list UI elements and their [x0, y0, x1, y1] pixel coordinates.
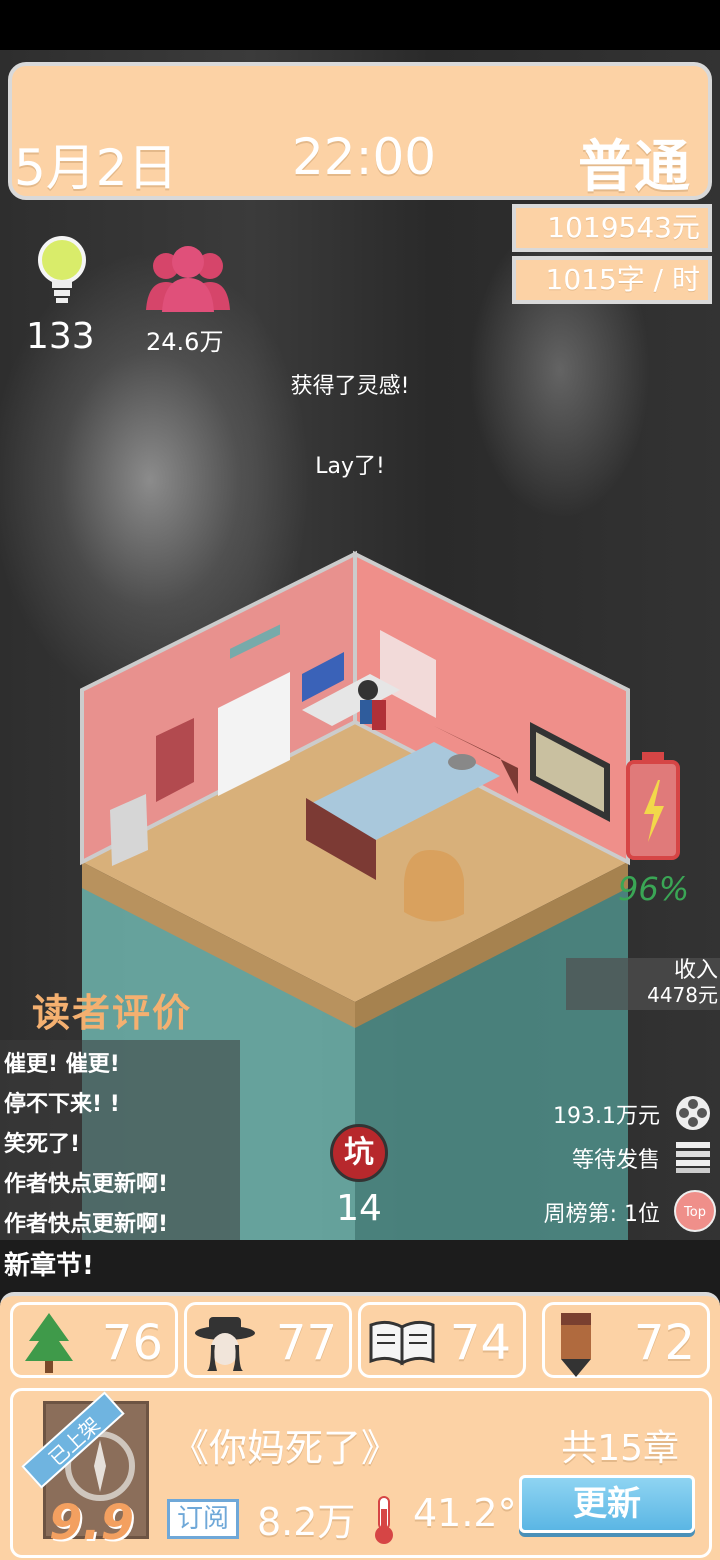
fans-count: 24.6万: [146, 328, 224, 356]
new-chapter-notice: 新章节!: [0, 1240, 720, 1290]
pit-count: 14: [336, 1188, 382, 1229]
lightbulb-icon[interactable]: [36, 236, 88, 316]
review-item: 作者快点更新啊!: [4, 1212, 169, 1237]
writer-character: [358, 680, 378, 700]
review-item: 笑死了!: [4, 1132, 81, 1157]
tree-icon: [25, 1313, 73, 1373]
reader-reviews-list: 催更! 催更! 停不下来! ! 笑死了! 作者快点更新啊! 作者快点更新啊!: [0, 1040, 240, 1240]
update-button[interactable]: 更新: [519, 1475, 695, 1533]
difficulty-mode[interactable]: 普通: [578, 122, 690, 203]
book-title: 《你妈死了》: [171, 1426, 400, 1470]
book-icon: [369, 1320, 435, 1366]
book-temperature: 41.2°: [413, 1491, 517, 1535]
book-info-panel: 已上架 9.9 《你妈死了》 共15章 订阅 8.2万 41.2° 更新: [10, 1388, 712, 1558]
attribute-value: 76: [101, 1315, 163, 1371]
income-label: 收入: [673, 958, 718, 983]
status-bar: [0, 0, 720, 50]
money-display: 1019543元: [512, 204, 712, 252]
time-label: 22:00: [292, 128, 437, 186]
attribute-value: 74: [449, 1315, 511, 1371]
attribute-book[interactable]: 74: [358, 1302, 526, 1378]
chapter-count: 共15章: [561, 1428, 679, 1469]
weekly-rank: 周榜第: 1位: [543, 1202, 660, 1227]
income-value: 4478元: [647, 983, 718, 1007]
attribute-pencil[interactable]: 72: [542, 1302, 710, 1378]
chair: [372, 700, 386, 730]
fans-icon[interactable]: [144, 244, 232, 314]
attribute-tree[interactable]: 76: [10, 1302, 178, 1378]
subscriber-count: 8.2万: [257, 1500, 356, 1544]
inspiration-message: 获得了灵感!: [290, 374, 410, 399]
sales-amount: 193.1万元: [553, 1104, 660, 1129]
review-item: 作者快点更新啊!: [4, 1172, 169, 1197]
detective-icon: [195, 1317, 255, 1371]
sale-status: 等待发售: [571, 1148, 660, 1173]
subscribe-tag: 订阅: [167, 1499, 239, 1539]
armchair: [404, 850, 464, 922]
attribute-detective[interactable]: 77: [184, 1302, 352, 1378]
inspiration-count: 133: [26, 316, 95, 357]
pit-icon[interactable]: 坑: [330, 1124, 388, 1182]
thermometer-icon: [375, 1496, 393, 1544]
svg-text:Top: Top: [683, 1205, 706, 1220]
review-item: 催更! 催更!: [4, 1052, 120, 1077]
writing-speed-display: 1015字 / 时: [512, 256, 712, 304]
stack-of-books-icon[interactable]: [674, 1136, 712, 1174]
header-panel: 5月2日 22:00 普通: [8, 62, 712, 200]
battery-percent: 96%: [618, 870, 690, 908]
sleeping-head: [448, 754, 476, 770]
book-rating: 9.9: [49, 1495, 135, 1551]
lay-message: Lay了!: [315, 454, 385, 479]
reader-reviews-title: 读者评价: [32, 991, 193, 1035]
income-panel: 收入 4478元: [566, 958, 720, 1010]
battery-icon: [626, 752, 680, 860]
pencil-icon: [561, 1313, 591, 1377]
film-reel-icon[interactable]: [674, 1094, 712, 1132]
attribute-value: 72: [633, 1315, 695, 1371]
attribute-value: 77: [275, 1315, 337, 1371]
review-item: 停不下来! !: [4, 1092, 120, 1117]
date-label: 5月2日: [14, 139, 178, 197]
top-badge-icon[interactable]: Top: [674, 1190, 716, 1232]
